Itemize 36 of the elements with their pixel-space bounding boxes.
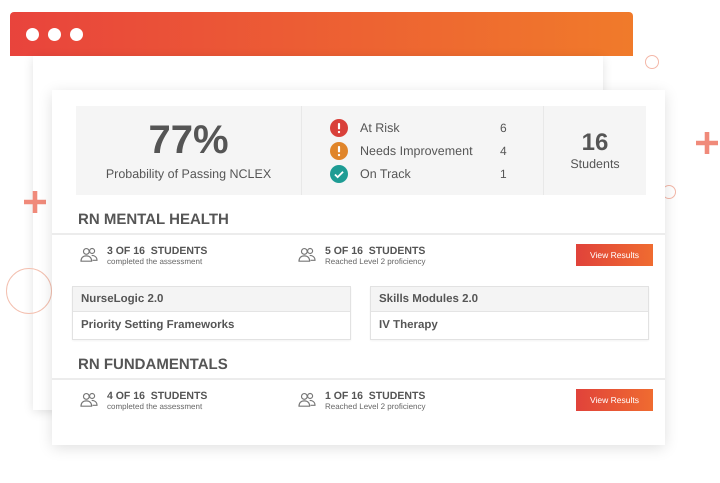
student-count: 3 OF 16 STUDENTS — [107, 244, 208, 256]
view-results-button[interactable]: View Results — [576, 389, 653, 411]
stat-caption: Reached Level 2 proficiency — [325, 256, 426, 266]
course-title: RN MENTAL HEALTH — [52, 205, 665, 235]
resource-item[interactable]: IV Therapy — [371, 312, 648, 339]
plus-icon — [24, 191, 46, 213]
people-icon — [80, 392, 98, 408]
ring-icon — [645, 55, 659, 69]
status-label: On Track — [360, 166, 412, 180]
course-title: RN FUNDAMENTALS — [52, 350, 665, 380]
students-count: 16 — [582, 130, 608, 154]
status-count: 6 — [500, 120, 507, 134]
student-count: 1 OF 16 STUDENTS — [325, 390, 426, 402]
probability-label: Probability of Passing NCLEX — [106, 167, 272, 181]
window-dot-icon — [48, 28, 61, 40]
plus-icon — [696, 132, 718, 154]
stat-caption: completed the assessment — [107, 402, 204, 410]
people-icon — [80, 247, 98, 263]
status-count: 1 — [500, 166, 507, 180]
view-results-button[interactable]: View Results — [576, 244, 653, 266]
resource-heading: Skills Modules 2.0 — [371, 287, 648, 312]
status-count: 4 — [500, 144, 507, 158]
status-label: At Risk — [360, 120, 401, 134]
window-dot-icon — [70, 28, 83, 40]
resource-item[interactable]: Priority Setting Frameworks — [73, 312, 350, 339]
students-label: Students — [570, 156, 620, 170]
probability-value: 77% — [148, 120, 229, 160]
status-label: Needs Improvement — [360, 144, 474, 158]
people-icon — [298, 392, 316, 408]
window-dot-icon — [26, 28, 39, 40]
stat-caption: Reached Level 2 proficiency — [325, 402, 426, 410]
stat-caption: completed the assessment — [107, 256, 204, 266]
student-count: 5 OF 16 STUDENTS — [325, 244, 426, 256]
resource-heading: NurseLogic 2.0 — [73, 287, 350, 312]
people-icon — [298, 247, 316, 263]
student-count: 4 OF 16 STUDENTS — [107, 390, 208, 402]
